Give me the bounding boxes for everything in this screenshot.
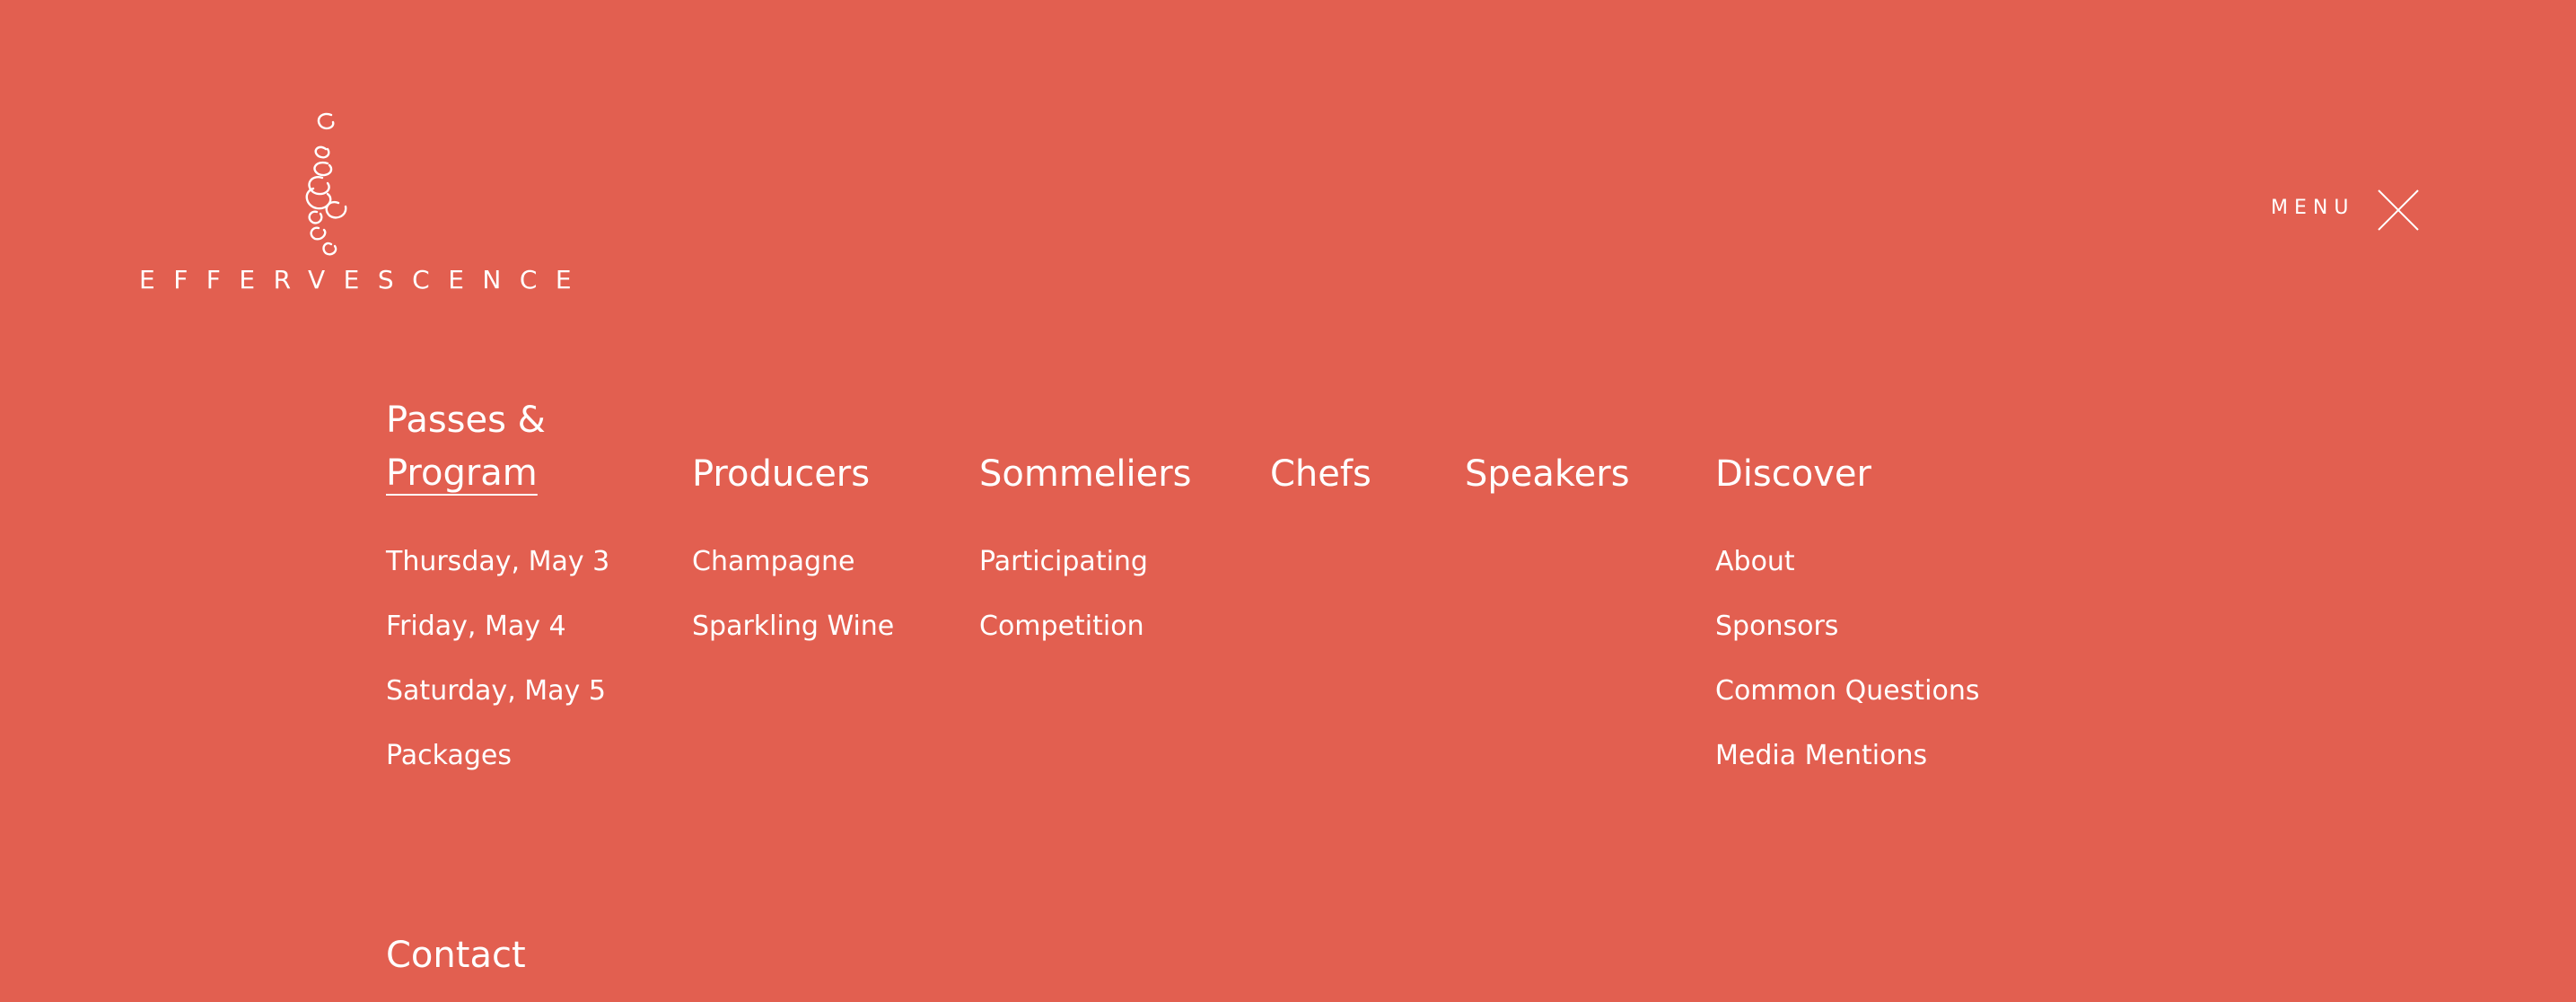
brand-name: EFFERVESCENCE	[139, 265, 591, 294]
nav-item-saturday[interactable]: Saturday, May 5	[386, 675, 606, 708]
nav-heading-speakers[interactable]: Speakers	[1465, 448, 1630, 501]
nav-item-friday[interactable]: Friday, May 4	[386, 611, 566, 643]
nav-item-sponsors[interactable]: Sponsors	[1715, 611, 1838, 643]
menu-label: MENU	[2271, 197, 2355, 219]
nav-heading-producers[interactable]: Producers	[692, 448, 870, 501]
nav-heading-sommeliers[interactable]: Sommeliers	[979, 448, 1192, 501]
nav-item-media-mentions[interactable]: Media Mentions	[1715, 740, 1927, 772]
nav-item-participating[interactable]: Participating	[979, 546, 1148, 578]
nav-heading-contact[interactable]: Contact	[386, 929, 526, 982]
nav-heading-discover[interactable]: Discover	[1715, 448, 1871, 501]
nav-heading-passes-program[interactable]: Passes & Program	[386, 394, 565, 500]
nav-item-sparkling-wine[interactable]: Sparkling Wine	[692, 611, 894, 643]
menu-toggle-button[interactable]: MENU	[2271, 189, 2419, 233]
nav-item-champagne[interactable]: Champagne	[692, 546, 855, 578]
nav-item-common-questions[interactable]: Common Questions	[1715, 675, 1979, 708]
nav-item-competition[interactable]: Competition	[979, 611, 1144, 643]
nav-heading-passes-line2: Program	[386, 453, 538, 494]
nav-heading-chefs[interactable]: Chefs	[1270, 448, 1371, 501]
nav-item-packages[interactable]: Packages	[386, 740, 512, 772]
brand-logo[interactable]: EFFERVESCENCE	[139, 106, 591, 299]
nav-item-about[interactable]: About	[1715, 546, 1795, 578]
nav-heading-passes-line1: Passes &	[386, 400, 546, 441]
nav-item-thursday[interactable]: Thursday, May 3	[386, 546, 609, 578]
close-icon	[2378, 189, 2419, 231]
